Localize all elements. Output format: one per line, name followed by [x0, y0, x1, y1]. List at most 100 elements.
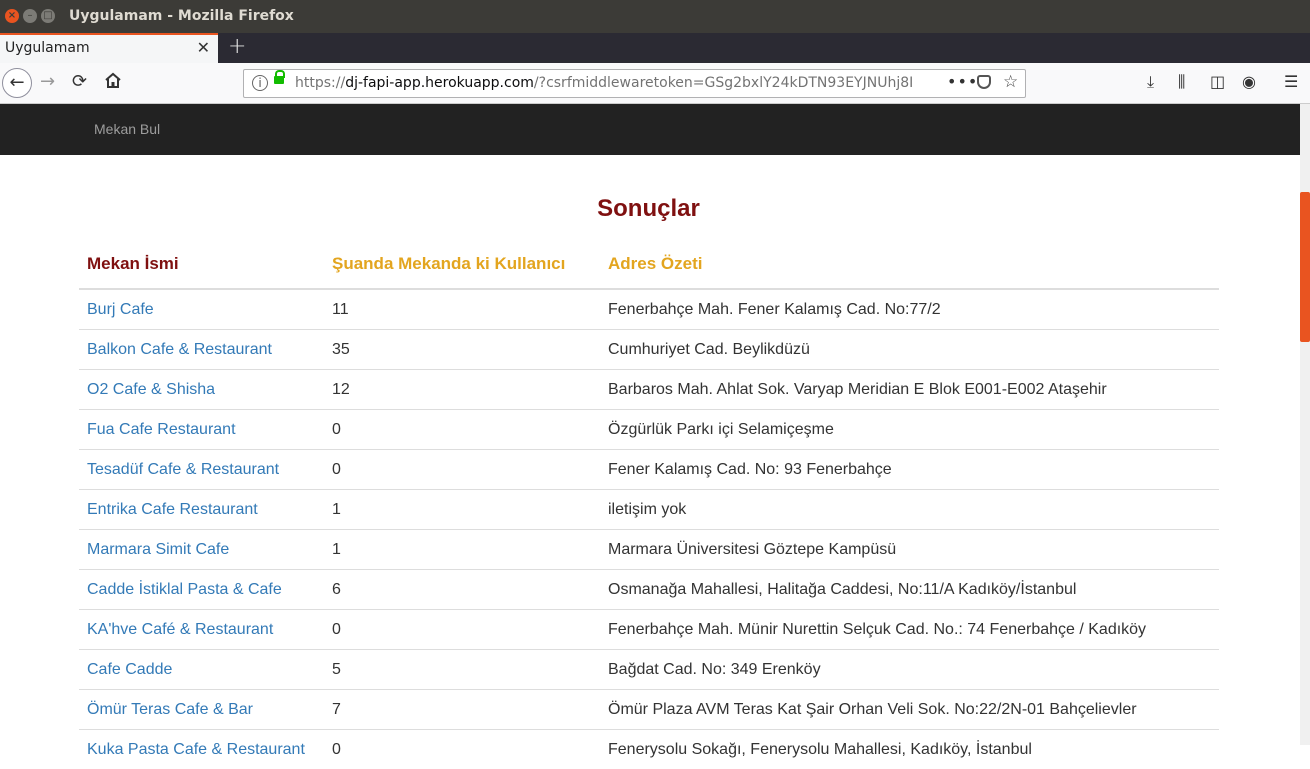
- tab-uygulamam[interactable]: Uygulamam ✕: [0, 33, 218, 63]
- window-titlebar: × – □ Uygulamam - Mozilla Firefox: [0, 0, 1310, 33]
- scrollbar-thumb[interactable]: [1300, 192, 1310, 342]
- page-actions-icon[interactable]: •••: [947, 72, 978, 91]
- table-row: Fua Cafe Restaurant 0Özgürlük Parkı içi S…: [79, 410, 1219, 450]
- user-count: 0: [324, 610, 600, 650]
- table-row: Kuka Pasta Cafe & Restaurant 0Fenerysolu …: [79, 730, 1219, 769]
- library-icon[interactable]: ⫼: [1178, 72, 1185, 92]
- venue-link[interactable]: Fua Cafe Restaurant: [87, 421, 236, 438]
- venue-link[interactable]: Cafe Cadde: [87, 661, 172, 678]
- account-icon[interactable]: ◉: [1242, 72, 1256, 91]
- info-icon[interactable]: i: [252, 75, 268, 91]
- venue-name-cell: Balkon Cafe & Restaurant: [79, 330, 324, 370]
- user-count: 6: [324, 570, 600, 610]
- window-maximize-button[interactable]: □: [41, 9, 55, 23]
- url-bar[interactable]: i https://dj-fapi-app.herokuapp.com/?csr…: [243, 69, 1026, 98]
- address: Fenerysolu Sokağı, Fenerysolu Mahallesi,…: [600, 730, 1219, 769]
- brand-link[interactable]: Mekan Bul: [94, 121, 160, 137]
- table-row: Entrika Cafe Restaurant 1iletişim yok: [79, 490, 1219, 530]
- venue-link[interactable]: O2 Cafe & Shisha: [87, 381, 215, 398]
- download-icon[interactable]: ⤓: [1147, 72, 1154, 92]
- home-icon[interactable]: [104, 71, 122, 91]
- user-count: 35: [324, 330, 600, 370]
- table-row: O2 Cafe & Shisha 12Barbaros Mah. Ahlat So…: [79, 370, 1219, 410]
- venue-name-cell: Burj Cafe: [79, 289, 324, 330]
- results-table: Mekan İsmi Şuanda Mekanda ki Kullanıcı A…: [79, 239, 1219, 769]
- venue-link[interactable]: Tesadüf Cafe & Restaurant: [87, 461, 279, 478]
- user-count: 1: [324, 490, 600, 530]
- venue-name-cell: KA'hve Café & Restaurant: [79, 610, 324, 650]
- user-count: 11: [324, 289, 600, 330]
- venue-name-cell: O2 Cafe & Shisha: [79, 370, 324, 410]
- page-content: Sonuçlar Mekan İsmi Şuanda Mekanda ki Ku…: [0, 155, 1300, 745]
- user-count: 1: [324, 530, 600, 570]
- address: Barbaros Mah. Ahlat Sok. Varyap Meridian…: [600, 370, 1219, 410]
- user-count: 7: [324, 690, 600, 730]
- venue-name-cell: Fua Cafe Restaurant: [79, 410, 324, 450]
- page-scrollbar[interactable]: [1300, 104, 1310, 745]
- address: iletişim yok: [600, 490, 1219, 530]
- tab-label: Uygulamam: [5, 40, 90, 56]
- pocket-icon[interactable]: [977, 75, 991, 89]
- header-address-summary: Adres Özeti: [600, 239, 1219, 289]
- user-count: 0: [324, 450, 600, 490]
- address: Marmara Üniversitesi Göztepe Kampüsü: [600, 530, 1219, 570]
- venue-name-cell: Ömür Teras Cafe & Bar: [79, 690, 324, 730]
- site-navbar: Mekan Bul: [0, 104, 1300, 155]
- tab-close-icon[interactable]: ✕: [197, 38, 210, 57]
- page-title: Sonuçlar: [0, 195, 1297, 223]
- table-row: KA'hve Café & Restaurant 0Fenerbahçe Mah.…: [79, 610, 1219, 650]
- venue-link[interactable]: Burj Cafe: [87, 301, 154, 318]
- venue-link[interactable]: KA'hve Café & Restaurant: [87, 621, 273, 638]
- url-host: dj-fapi-app.herokuapp.com: [345, 75, 534, 91]
- window-close-button[interactable]: ×: [5, 9, 19, 23]
- address: Bağdat Cad. No: 349 Erenköy: [600, 650, 1219, 690]
- venue-name-cell: Entrika Cafe Restaurant: [79, 490, 324, 530]
- url-path: /?csrfmiddlewaretoken=GSg2bxlY24kDTN93EY…: [534, 75, 913, 91]
- menu-icon[interactable]: ☰: [1284, 72, 1298, 91]
- venue-link[interactable]: Ömür Teras Cafe & Bar: [87, 701, 253, 718]
- table-row: Tesadüf Cafe & Restaurant 0Fener Kalamış …: [79, 450, 1219, 490]
- user-count: 12: [324, 370, 600, 410]
- window-title: Uygulamam - Mozilla Firefox: [69, 8, 294, 24]
- venue-link[interactable]: Marmara Simit Cafe: [87, 541, 229, 558]
- address: Fenerbahçe Mah. Fener Kalamış Cad. No:77…: [600, 289, 1219, 330]
- tab-bar: Uygulamam ✕ +: [0, 33, 1310, 63]
- header-current-users: Şuanda Mekanda ki Kullanıcı: [324, 239, 600, 289]
- venue-link[interactable]: Entrika Cafe Restaurant: [87, 501, 258, 518]
- forward-arrow-icon[interactable]: →: [40, 71, 55, 92]
- venue-name-cell: Cafe Cadde: [79, 650, 324, 690]
- new-tab-icon[interactable]: +: [228, 34, 246, 59]
- window-minimize-button[interactable]: –: [23, 9, 37, 23]
- address: Fenerbahçe Mah. Münir Nurettin Selçuk Ca…: [600, 610, 1219, 650]
- table-row: Ömür Teras Cafe & Bar 7Ömür Plaza AVM Ter…: [79, 690, 1219, 730]
- lock-icon[interactable]: [274, 76, 284, 84]
- table-header-row: Mekan İsmi Şuanda Mekanda ki Kullanıcı A…: [79, 239, 1219, 289]
- address: Osmanağa Mahallesi, Halitağa Caddesi, No…: [600, 570, 1219, 610]
- table-row: Balkon Cafe & Restaurant 35Cumhuriyet Cad…: [79, 330, 1219, 370]
- user-count: 0: [324, 730, 600, 769]
- address: Özgürlük Parkı içi Selamiçeşme: [600, 410, 1219, 450]
- table-row: Cadde İstiklal Pasta & Cafe 6Osmanağa Mah…: [79, 570, 1219, 610]
- venue-link[interactable]: Kuka Pasta Cafe & Restaurant: [87, 741, 305, 758]
- bookmark-star-icon[interactable]: ☆: [1003, 72, 1018, 92]
- back-arrow-icon[interactable]: ←: [2, 68, 32, 98]
- address: Cumhuriyet Cad. Beylikdüzü: [600, 330, 1219, 370]
- address: Fener Kalamış Cad. No: 93 Fenerbahçe: [600, 450, 1219, 490]
- results-table-body: Burj Cafe11Fenerbahçe Mah. Fener Kalamış…: [79, 289, 1219, 769]
- table-row: Burj Cafe 11Fenerbahçe Mah. Fener Kalamış…: [79, 289, 1219, 330]
- venue-link[interactable]: Cadde İstiklal Pasta & Cafe: [87, 581, 282, 598]
- reload-icon[interactable]: ⟳: [72, 71, 87, 92]
- address: Ömür Plaza AVM Teras Kat Şair Orhan Veli…: [600, 690, 1219, 730]
- header-venue-name: Mekan İsmi: [79, 239, 324, 289]
- sidebar-icon[interactable]: ◫: [1210, 72, 1225, 91]
- venue-name-cell: Marmara Simit Cafe: [79, 530, 324, 570]
- user-count: 5: [324, 650, 600, 690]
- venue-link[interactable]: Balkon Cafe & Restaurant: [87, 341, 272, 358]
- url-text[interactable]: https://dj-fapi-app.herokuapp.com/?csrfm…: [295, 75, 915, 91]
- url-scheme: https://: [295, 75, 345, 91]
- venue-name-cell: Kuka Pasta Cafe & Restaurant: [79, 730, 324, 769]
- table-row: Cafe Cadde 5Bağdat Cad. No: 349 Erenköy: [79, 650, 1219, 690]
- venue-name-cell: Tesadüf Cafe & Restaurant: [79, 450, 324, 490]
- user-count: 0: [324, 410, 600, 450]
- navigation-toolbar: ← → ⟳ i https://dj-fapi-app.herokuapp.co…: [0, 63, 1310, 104]
